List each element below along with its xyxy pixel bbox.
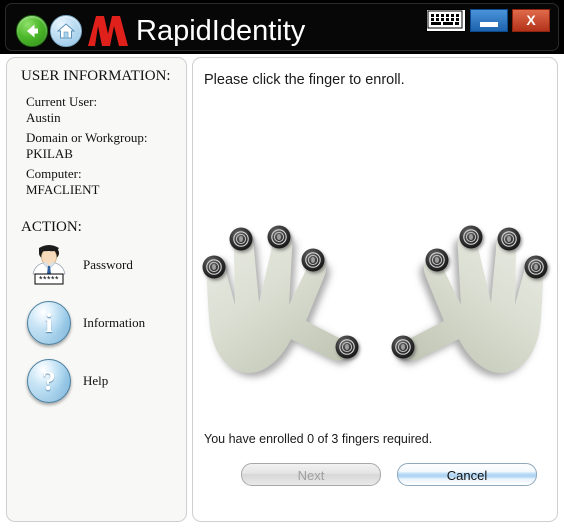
next-button[interactable]: Next [241, 463, 381, 486]
help-icon: ? [27, 359, 71, 403]
action-heading: ACTION: [21, 219, 82, 235]
help-glyph: ? [42, 366, 56, 396]
current-user-value: Austin [26, 110, 61, 125]
hands-illustration [193, 153, 557, 428]
sidebar-action-information[interactable]: i Information [27, 301, 177, 349]
instruction-text: Please click the finger to enroll. [204, 72, 405, 88]
enrollment-status-text: You have enrolled 0 of 3 fingers require… [204, 432, 433, 446]
home-icon [56, 23, 76, 39]
user-information-heading: USER INFORMATION: [21, 68, 171, 84]
right-hand [401, 233, 545, 373]
right-thumb-fingertip[interactable] [391, 335, 415, 359]
sidebar-action-password[interactable]: ***** Password [27, 243, 177, 291]
left-index-fingertip[interactable] [301, 248, 325, 272]
back-arrow-icon [27, 24, 38, 38]
main-panel: Please click the finger to enroll. You h… [192, 57, 558, 522]
close-button[interactable]: X [512, 8, 550, 32]
password-user-icon: ***** [32, 245, 66, 285]
sidebar-action-help-label: Help [83, 373, 109, 388]
domain-label: Domain or Workgroup: [26, 130, 148, 145]
on-screen-keyboard-button[interactable] [426, 8, 466, 32]
sidebar-action-password-label: Password [83, 257, 133, 272]
computer-value: MFACLIENT [26, 182, 100, 197]
current-user-label: Current User: [26, 94, 98, 109]
information-glyph: i [45, 308, 53, 338]
left-middle-fingertip[interactable] [267, 225, 291, 249]
domain-value: PKILAB [26, 146, 73, 161]
svg-text:*****: ***** [39, 275, 59, 285]
sidebar-panel: USER INFORMATION: Current User: Austin D… [6, 57, 187, 522]
on-screen-keyboard-icon [427, 10, 463, 28]
computer-label: Computer: [26, 166, 82, 181]
app-title: RapidIdentity [136, 15, 306, 47]
right-ring-fingertip[interactable] [497, 227, 521, 251]
right-middle-fingertip[interactable] [459, 225, 483, 249]
left-thumb-fingertip[interactable] [335, 335, 359, 359]
sidebar-action-information-label: Information [83, 315, 146, 330]
window-controls: X [426, 8, 550, 32]
title-bar-inner: RapidIdentity X [5, 3, 559, 51]
dialog-button-row: Next Cancel [193, 463, 557, 489]
title-bar: RapidIdentity X [0, 0, 564, 54]
cancel-button[interactable]: Cancel [397, 463, 537, 486]
hands-svg [202, 225, 548, 373]
information-icon: i [27, 301, 71, 345]
left-pinky-fingertip[interactable] [202, 255, 226, 279]
minimize-button[interactable] [470, 8, 508, 32]
home-button[interactable] [50, 15, 82, 47]
left-hand [205, 233, 349, 373]
left-ring-fingertip[interactable] [229, 227, 253, 251]
right-index-fingertip[interactable] [425, 248, 449, 272]
back-button[interactable] [16, 15, 48, 47]
rapididentity-logo [88, 16, 128, 46]
right-pinky-fingertip[interactable] [524, 255, 548, 279]
sidebar-action-help[interactable]: ? Help [27, 359, 177, 407]
